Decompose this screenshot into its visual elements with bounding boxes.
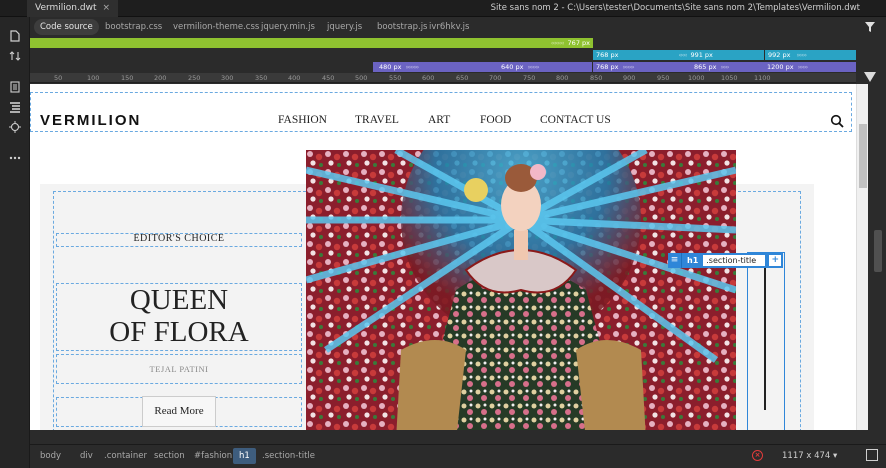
mq-865[interactable]: 865 px ›››››	[688, 62, 764, 72]
media-query-bar-range: 768 px ‹‹‹‹‹ 991 px 992 px ››››››	[30, 50, 856, 60]
more-options-icon[interactable]	[8, 152, 22, 166]
horizontal-scrollbar[interactable]	[30, 430, 868, 444]
scrollbar-thumb[interactable]	[874, 230, 882, 272]
hud-tag: h1	[687, 256, 699, 265]
related-file[interactable]: jquery.min.js	[255, 19, 321, 35]
ruler-tick: 300	[221, 74, 234, 82]
window-size-value: 1117 x 474	[782, 451, 831, 461]
nav-fashion[interactable]: FASHION	[278, 114, 327, 126]
live-view-scrollbar[interactable]	[856, 84, 868, 430]
hud-add-class-button[interactable]: +	[769, 255, 782, 266]
status-bar: body div .container section #fashion h1 …	[30, 444, 886, 468]
nav-travel[interactable]: TRAVEL	[355, 114, 399, 126]
error-icon[interactable]: ×	[752, 450, 763, 461]
left-toolbar	[0, 17, 30, 468]
filter-icon[interactable]	[864, 21, 876, 33]
section-label: EDITOR'S CHOICE	[133, 233, 225, 244]
ruler-tick: 1100	[754, 74, 771, 82]
window-title: Site sans nom 2 - C:\Users\tester\Docume…	[490, 3, 860, 13]
related-file[interactable]: jquery.js	[321, 19, 368, 35]
document-tab-label: Vermilion.dwt	[35, 3, 97, 13]
section-title[interactable]: QUEEN OF FLORA	[56, 284, 302, 348]
ruler-tick: 150	[121, 74, 134, 82]
related-files-bar: Code source bootstrap.css vermilion-them…	[30, 17, 886, 37]
ruler-tick: 1050	[721, 74, 738, 82]
related-file[interactable]: bootstrap.css	[99, 19, 168, 35]
dreamweaver-window: Vermilion.dwt × Site sans nom 2 - C:\User…	[0, 0, 886, 468]
ruler-tick: 700	[489, 74, 502, 82]
mq-480[interactable]: 480 px ››››››››	[373, 62, 498, 72]
related-file-source-code[interactable]: Code source	[34, 19, 99, 35]
document-list-icon[interactable]	[8, 81, 22, 95]
ruler-tick: 500	[355, 74, 368, 82]
author-name: TEJAL PATINI	[149, 364, 209, 374]
breadcrumb-item[interactable]: .container	[98, 448, 153, 464]
window-size-select[interactable]: 1117 x 474 ▾	[778, 449, 844, 463]
selected-element-outline	[747, 252, 785, 430]
mq-768-991[interactable]: 768 px ‹‹‹‹‹ 991 px	[593, 50, 764, 60]
hud-class-input[interactable]: .section-title	[703, 255, 766, 266]
related-file[interactable]: vermilion-theme.css	[167, 19, 265, 35]
ruler-tick: 100	[87, 74, 100, 82]
ruler-tick: 50	[54, 74, 63, 82]
file-icon[interactable]	[8, 30, 22, 44]
mq-768[interactable]: 768 px ›››››››	[593, 62, 688, 72]
ruler-tick: 550	[389, 74, 402, 82]
ruler-tick: 950	[657, 74, 670, 82]
mq-767[interactable]: ‹‹‹‹‹‹‹‹ 767 px	[30, 38, 593, 48]
scroll-indicator	[764, 266, 766, 410]
section-title-line2: OF FLORA	[109, 316, 249, 348]
nav-contact-us[interactable]: CONTACT US	[540, 114, 611, 126]
mq-640[interactable]: 640 px ›››››››	[498, 62, 592, 72]
sort-arrows-icon[interactable]	[8, 50, 22, 64]
ruler-tick: 600	[422, 74, 435, 82]
search-icon[interactable]	[830, 113, 844, 128]
breadcrumb-item[interactable]: #fashion	[188, 448, 238, 464]
ruler-tick: 450	[322, 74, 335, 82]
media-query-bar-max: ‹‹‹‹‹‹‹‹ 767 px	[30, 38, 856, 48]
preview-icon[interactable]	[866, 449, 878, 461]
breadcrumb-item[interactable]: .section-title	[256, 448, 321, 464]
ruler-tick: 900	[623, 74, 636, 82]
ruler-tick: 750	[523, 74, 536, 82]
hud-menu-icon[interactable]: ≡	[668, 253, 682, 268]
mq-1200[interactable]: 1200 px ››››››	[764, 62, 856, 72]
ruler-tick: 250	[188, 74, 201, 82]
ruler-tick: 850	[590, 74, 603, 82]
ruler-width-handle[interactable]	[864, 72, 876, 82]
ruler-tick: 350	[255, 74, 268, 82]
feature-image[interactable]	[306, 150, 736, 430]
ruler-tick: 650	[456, 74, 469, 82]
element-hud[interactable]: ≡ h1 .section-title +	[668, 253, 784, 268]
ruler-tick: 200	[154, 74, 167, 82]
related-file[interactable]: ivr6hkv.js	[423, 19, 475, 35]
media-query-bar-min: 480 px ›››››››› 640 px ››››››› 768 px ›››››…	[30, 62, 856, 72]
title-bar: Vermilion.dwt × Site sans nom 2 - C:\User…	[0, 0, 886, 17]
mq-992[interactable]: 992 px ››››››	[765, 50, 856, 60]
section-title-line1: QUEEN	[129, 284, 229, 316]
document-scrollbar[interactable]	[870, 84, 886, 430]
ruler-tick: 400	[288, 74, 301, 82]
ruler-tick: 800	[556, 74, 569, 82]
close-tab-icon[interactable]: ×	[102, 3, 110, 13]
nav-food[interactable]: FOOD	[480, 114, 511, 126]
target-icon[interactable]	[8, 121, 22, 135]
dom-panel-icon[interactable]	[8, 101, 22, 115]
read-more-button[interactable]: Read More	[142, 396, 216, 427]
ruler-tick: 1000	[688, 74, 705, 82]
breadcrumb-item[interactable]: div	[74, 448, 99, 464]
header-outline	[30, 92, 852, 132]
breadcrumb-item[interactable]: body	[34, 448, 67, 464]
breadcrumb-item-active[interactable]: h1	[233, 448, 256, 464]
site-logo[interactable]: VERMILION	[40, 112, 141, 129]
nav-art[interactable]: ART	[428, 114, 450, 126]
scrollbar-thumb[interactable]	[859, 124, 867, 188]
breadcrumb-item[interactable]: section	[148, 448, 191, 464]
ruler: 50 100 150 200 250 300 350 400 450 500 5…	[30, 73, 856, 83]
document-tab[interactable]: Vermilion.dwt ×	[27, 0, 119, 17]
